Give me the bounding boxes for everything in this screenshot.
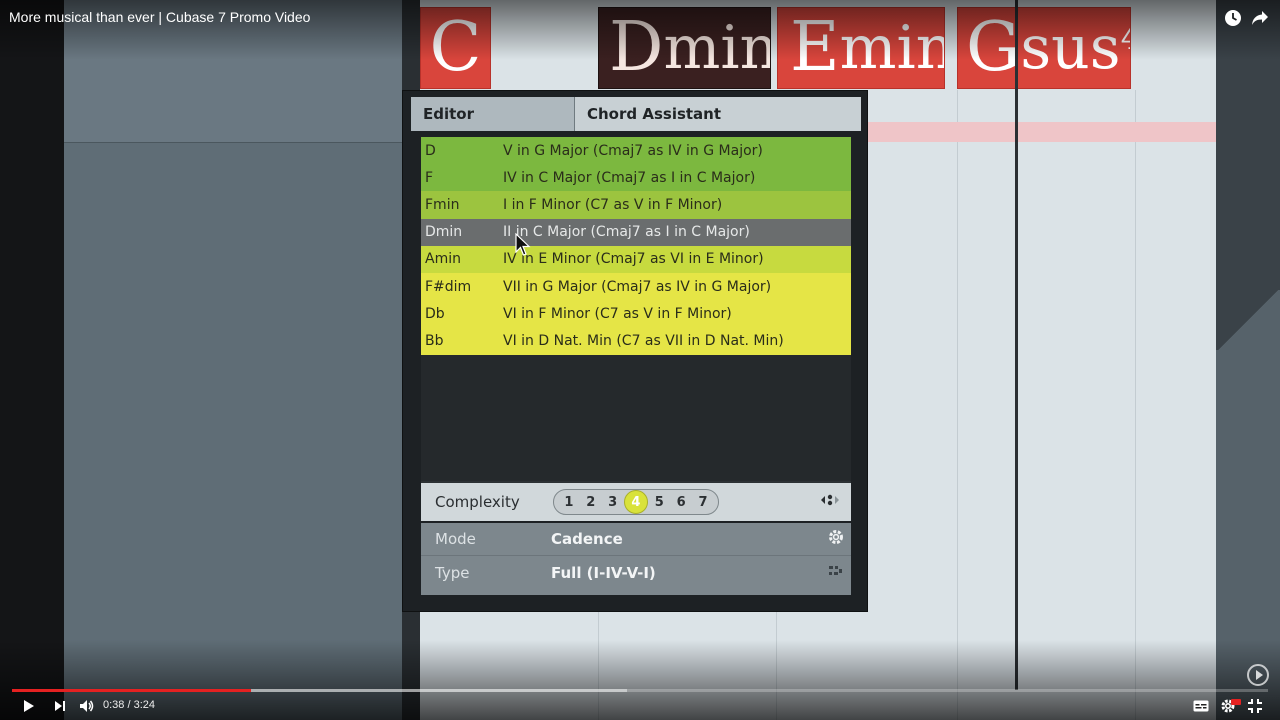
played-bar [12, 689, 251, 692]
settings-section: Mode Cadence Type Full (I-IV-V-I) [421, 523, 851, 595]
share-icon[interactable] [1250, 8, 1270, 28]
mode-label: Mode [435, 530, 476, 548]
suggestion-row[interactable]: D V in G Major (Cmaj7 as IV in G Major) [421, 137, 851, 165]
suggestion-row[interactable]: Db VI in F Minor (C7 as V in F Minor) [421, 300, 851, 328]
suggestion-row[interactable]: F IV in C Major (Cmaj7 as I in C Major) [421, 164, 851, 192]
suggestion-chord: Fmin [425, 196, 460, 213]
watch-later-icon[interactable] [1223, 8, 1243, 28]
volume-icon[interactable] [78, 697, 96, 715]
suggestion-description: VII in G Major (Cmaj7 as IV in G Major) [503, 278, 772, 295]
mouse-cursor-icon [515, 233, 531, 256]
mode-row[interactable]: Mode Cadence [421, 523, 851, 556]
play-icon[interactable] [21, 697, 37, 715]
suggestion-description: II in C Major (Cmaj7 as I in C Major) [503, 224, 750, 241]
complexity-selector[interactable]: 1 2 3 4 5 6 7 [553, 489, 719, 515]
suggestion-chord: F#dim [425, 278, 472, 295]
panel-tabs: Editor Chord Assistant [411, 97, 861, 131]
suggestion-description: IV in E Minor (Cmaj7 as VI in E Minor) [503, 251, 764, 268]
selection-band [866, 122, 1216, 142]
suggestion-description: I in F Minor (C7 as V in F Minor) [503, 196, 723, 213]
video-title[interactable]: More musical than ever | Cubase 7 Promo … [9, 9, 310, 25]
suggestion-row-selected[interactable]: Dmin II in C Major (Cmaj7 as I in C Majo… [421, 218, 851, 246]
suggestion-chord: Amin [425, 251, 461, 268]
suggestion-description: VI in D Nat. Min (C7 as VII in D Nat. Mi… [503, 332, 784, 349]
next-icon[interactable] [53, 697, 67, 715]
grid-line [1135, 90, 1136, 720]
suggestion-row[interactable]: Fmin I in F Minor (C7 as V in F Minor) [421, 191, 851, 219]
autoplay-icon[interactable] [1247, 664, 1269, 686]
complexity-step-3[interactable]: 3 [602, 492, 623, 513]
complexity-bar: Complexity 1 2 3 4 5 6 7 [421, 481, 851, 521]
suggestion-row[interactable]: F#dim VII in G Major (Cmaj7 as IV in G M… [421, 272, 851, 301]
shuffle-icon[interactable] [821, 564, 851, 582]
mode-value[interactable]: Cadence [551, 530, 821, 548]
suggestion-chord: F [425, 169, 434, 186]
type-row[interactable]: Type Full (I-IV-V-I) [421, 556, 851, 589]
type-label: Type [435, 563, 470, 582]
subtitles-icon[interactable] [1192, 697, 1210, 715]
complexity-step-6[interactable]: 6 [671, 492, 692, 513]
suggestion-chord: Bb [425, 332, 444, 349]
suggestion-row[interactable]: Bb VI in D Nat. Min (C7 as VII in D Nat.… [421, 327, 851, 355]
tab-editor[interactable]: Editor [411, 97, 575, 131]
hd-badge [1231, 699, 1241, 705]
suggestion-description: VI in F Minor (C7 as V in F Minor) [503, 305, 732, 322]
exit-fullscreen-icon[interactable] [1246, 697, 1264, 715]
suggestion-chord: D [425, 142, 436, 159]
suggestion-description: IV in C Major (Cmaj7 as I in C Major) [503, 169, 756, 186]
video-frame[interactable]: C Dmin Emin Gsus4 Editor Chord Assistant… [0, 0, 1280, 720]
progress-bar[interactable] [12, 689, 1268, 692]
gear-icon[interactable] [821, 528, 851, 551]
tab-chord-assistant[interactable]: Chord Assistant [575, 97, 861, 131]
right-panel-slant [1216, 290, 1280, 350]
player-controls-shade [0, 640, 1280, 720]
playhead-cursor[interactable] [1015, 0, 1018, 690]
suggestion-description: V in G Major (Cmaj7 as IV in G Major) [503, 142, 763, 159]
complexity-label: Complexity [435, 493, 520, 511]
time-display: 0:38 / 3:24 [103, 699, 155, 711]
type-value[interactable]: Full (I-IV-V-I) [551, 564, 821, 582]
player-title-bar: More musical than ever | Cubase 7 Promo … [0, 0, 1280, 60]
suggestion-chord: Db [425, 305, 445, 322]
complexity-step-4[interactable]: 4 [623, 490, 648, 514]
suggestion-row[interactable]: Amin IV in E Minor (Cmaj7 as VI in E Min… [421, 245, 851, 273]
complexity-step-2[interactable]: 2 [580, 492, 601, 513]
complexity-step-5[interactable]: 5 [649, 492, 670, 513]
complexity-step-1[interactable]: 1 [558, 492, 579, 513]
chord-suggestion-list: D V in G Major (Cmaj7 as IV in G Major) … [421, 137, 851, 481]
left-letterbox [0, 0, 64, 720]
chord-assistant-window: Editor Chord Assistant D V in G Major (C… [402, 90, 868, 612]
grid-line [957, 90, 958, 720]
suggestion-chord: Dmin [425, 224, 463, 241]
complexity-step-7[interactable]: 7 [692, 492, 713, 513]
right-panel [1216, 0, 1280, 720]
chord-assistant-icon[interactable] [819, 493, 841, 511]
